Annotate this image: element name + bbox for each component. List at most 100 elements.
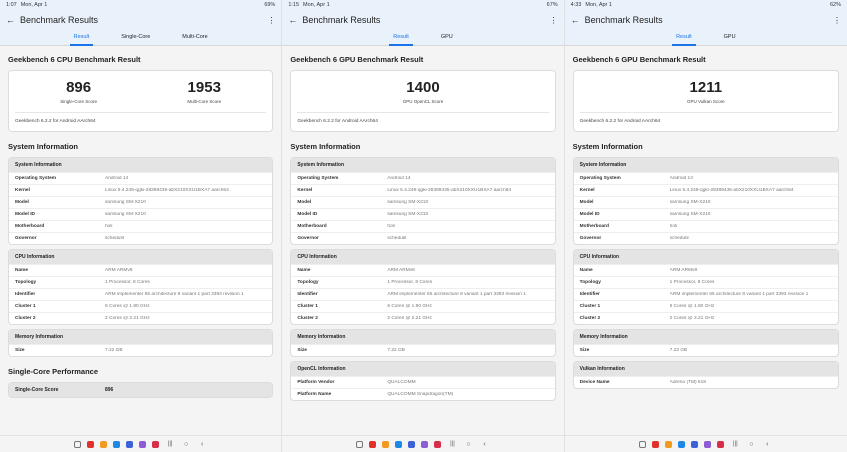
info-key: Cluster 2	[15, 316, 36, 321]
info-key: Operating System	[579, 176, 621, 181]
info-card: CPU Information Name ARM ARMv8 Topology 1 Pr…	[290, 249, 556, 325]
info-value: 1 Processor, 8 Cores	[105, 280, 150, 285]
version-text: Geekbench 6.2.2 for Android AArch64	[579, 119, 661, 124]
apps-grid-icon[interactable]	[356, 440, 364, 448]
info-card-header: Memory Information	[291, 330, 555, 344]
info-value: 7.22 GB	[669, 348, 688, 353]
apps-grid-icon[interactable]	[74, 440, 82, 448]
more-options-icon[interactable]: ⋮	[267, 16, 275, 25]
more-options-icon[interactable]: ⋮	[550, 16, 558, 25]
info-value: holi	[387, 224, 395, 229]
score-value: 1211	[689, 79, 723, 96]
info-value: Adreno (TM) 619	[669, 380, 706, 385]
info-row: Name ARM ARMv8	[573, 264, 838, 276]
status-time-date: 1:07 Mon, Apr 1	[6, 0, 47, 10]
gallery-icon[interactable]	[421, 440, 429, 448]
tab-multi-core[interactable]: Multi-Core	[182, 30, 207, 45]
result-content: Geekbench 6 GPU Benchmark Result 1211 GPU …	[565, 55, 847, 389]
nav-back-icon[interactable]: ‹	[197, 441, 207, 448]
recents-icon[interactable]: |||	[730, 441, 740, 447]
info-row: Topology 1 Processor, 8 Cores	[9, 276, 273, 288]
tab-result[interactable]: Result	[69, 30, 93, 46]
info-key: Kernel	[15, 188, 30, 193]
info-value: schedutil	[387, 236, 407, 241]
chat-icon[interactable]	[126, 440, 134, 448]
gallery-icon[interactable]	[704, 440, 712, 448]
tab-result[interactable]: Result	[672, 30, 696, 46]
contacts-icon[interactable]	[395, 440, 403, 448]
camera-icon[interactable]	[152, 440, 160, 448]
info-row: Name ARM ARMv8	[9, 264, 273, 276]
back-arrow-icon[interactable]: ←	[6, 15, 20, 25]
info-key: Platform Name	[297, 392, 332, 397]
recents-icon[interactable]: |||	[447, 441, 457, 447]
info-card-header: Single-Core Score 896	[9, 383, 273, 397]
gallery-icon[interactable]	[139, 440, 147, 448]
home-icon[interactable]: ○	[181, 441, 191, 448]
nav-back-icon[interactable]: ‹	[762, 441, 772, 448]
more-options-icon[interactable]: ⋮	[833, 16, 841, 25]
back-arrow-icon[interactable]: ←	[288, 15, 302, 25]
apps-grid-icon[interactable]	[639, 440, 647, 448]
result-tabs: Result GPU	[564, 30, 847, 46]
contacts-icon[interactable]	[113, 440, 121, 448]
section-heading: System Information	[8, 142, 79, 151]
messages-icon[interactable]	[382, 440, 390, 448]
status-time-date: 1:15 Mon, Apr 1	[288, 0, 329, 10]
status-date: Mon, Apr 1	[585, 2, 612, 8]
info-row: Motherboard holi	[573, 220, 838, 232]
home-icon[interactable]: ○	[746, 441, 756, 448]
score-card: 896 Single-Core Score 1953 Multi-Core Score…	[8, 70, 274, 132]
info-card: Memory Information Size 7.22 GB	[290, 329, 556, 357]
camera-icon[interactable]	[717, 440, 725, 448]
messages-icon[interactable]	[100, 440, 108, 448]
info-row: Model ID samsung SM-X210	[573, 208, 838, 220]
home-icon[interactable]: ○	[463, 441, 473, 448]
info-card-header: OpenCL Information	[291, 362, 555, 376]
info-card: CPU Information Name ARM ARMv8 Topology 1 Pr…	[572, 249, 839, 325]
score-label: Multi-Core Score	[187, 99, 222, 104]
info-key: Governor	[15, 236, 37, 241]
tab-result[interactable]: Result	[389, 30, 413, 46]
score-value: 1400	[406, 79, 440, 96]
tab-single-core[interactable]: Single-Core	[121, 30, 150, 45]
info-card: Memory Information Size 7.22 GB	[8, 329, 274, 357]
info-card-header: System Information	[573, 158, 838, 172]
messages-icon[interactable]	[665, 440, 673, 448]
info-row: Model ID samsung SM-X210	[9, 208, 273, 220]
info-card: Memory Information Size 7.22 GB	[572, 329, 839, 357]
info-value: 6 Cores @ 1.80 GHz	[387, 304, 432, 309]
result-content: Geekbench 6 GPU Benchmark Result 1400 GPU …	[282, 55, 563, 401]
info-value: 7.22 GB	[387, 348, 405, 353]
info-value: ARM ARMv8	[387, 268, 415, 273]
back-arrow-icon[interactable]: ←	[571, 15, 585, 25]
info-key: Topology	[579, 280, 601, 285]
section-heading: System Information	[572, 142, 643, 151]
chat-icon[interactable]	[408, 440, 416, 448]
contacts-icon[interactable]	[678, 440, 686, 448]
score-item: 1400 GPU OpenCL Score	[403, 79, 444, 104]
section-heading: Single-Core Performance	[8, 367, 99, 376]
phone-icon[interactable]	[87, 440, 95, 448]
tab-gpu[interactable]: GPU	[724, 30, 736, 45]
phone-icon[interactable]	[369, 440, 377, 448]
info-value: 6 Cores @ 1.80 GHz	[105, 304, 150, 309]
recents-icon[interactable]: |||	[165, 441, 175, 447]
tab-gpu[interactable]: GPU	[441, 30, 453, 45]
phone-icon[interactable]	[652, 440, 660, 448]
info-key: Identifier	[297, 292, 318, 297]
taskbar: ||| ○ ‹	[282, 435, 564, 452]
info-key: Model	[15, 200, 29, 205]
camera-icon[interactable]	[434, 440, 442, 448]
info-card-header: CPU Information	[291, 250, 555, 264]
nav-back-icon[interactable]: ‹	[479, 441, 489, 448]
battery-level: 69%	[264, 2, 276, 8]
info-row: Cluster 1 6 Cores @ 1.80 GHz	[573, 300, 838, 312]
info-row: Governor schedutil	[9, 232, 273, 244]
info-value: Linux 5.4.249-qgki-28389435-abX210XXU1BX…	[387, 188, 512, 193]
info-card-title: Single-Core Score	[15, 387, 59, 393]
chat-icon[interactable]	[691, 440, 699, 448]
info-key: Size	[297, 348, 307, 353]
info-card-title: CPU Information	[297, 254, 337, 260]
score-value: 1953	[187, 79, 221, 96]
